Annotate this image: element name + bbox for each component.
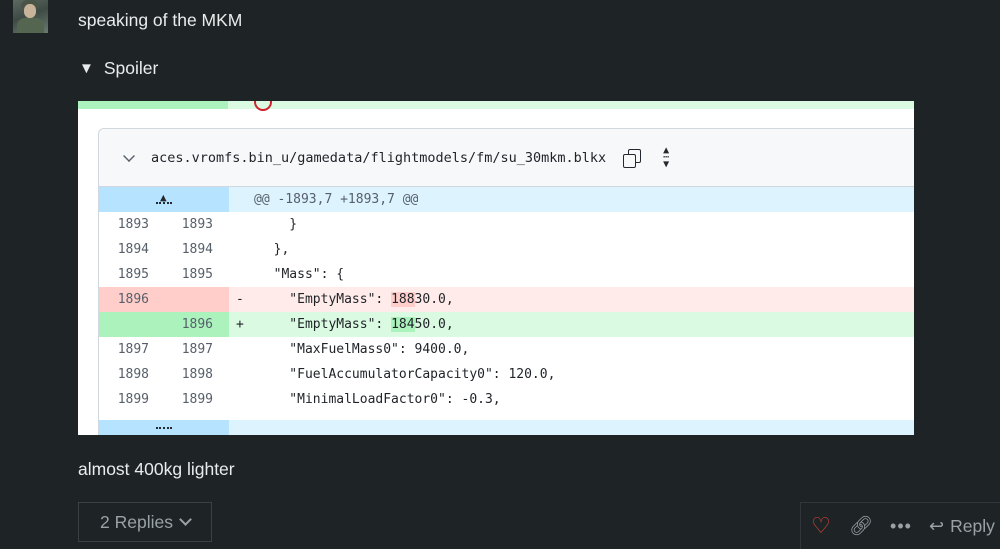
diff-line: 1899 1899 "MinimalLoadFactor0": -0.3, bbox=[99, 387, 914, 412]
diff-screenshot[interactable]: aces.vromfs.bin_u/gamedata/flightmodels/… bbox=[78, 101, 914, 435]
expand-down-button[interactable] bbox=[99, 420, 229, 435]
expand-down-icon bbox=[156, 427, 172, 431]
post-text-comment: almost 400kg lighter bbox=[78, 459, 235, 479]
expand-up-button[interactable]: ▲ bbox=[99, 187, 229, 212]
code-text: } bbox=[258, 217, 298, 232]
code-text: }, bbox=[258, 242, 290, 257]
old-line-number[interactable]: 1899 bbox=[99, 392, 149, 407]
changed-chars: 188 bbox=[391, 292, 415, 307]
code-text: "Mass": { bbox=[258, 267, 345, 282]
previous-diff-strip bbox=[78, 101, 914, 111]
hunk-header: @@ -1893,7 +1893,7 @@ bbox=[254, 192, 419, 207]
changed-chars: 184 bbox=[391, 317, 415, 332]
post-actions: ♡ 🔗︎ ••• ↩ Reply bbox=[800, 502, 1000, 549]
file-path: aces.vromfs.bin_u/gamedata/flightmodels/… bbox=[151, 149, 607, 166]
diff-line: 1897 1897 "MaxFuelMass0": 9400.0, bbox=[99, 337, 914, 362]
diff-marker: - bbox=[236, 292, 244, 307]
diff-line: 1893 1893 } bbox=[99, 212, 914, 237]
code-text: "EmptyMass": 18830.0, bbox=[258, 292, 454, 307]
error-circle-icon bbox=[254, 101, 272, 111]
old-line-number[interactable]: 1897 bbox=[99, 342, 149, 357]
diff-file: aces.vromfs.bin_u/gamedata/flightmodels/… bbox=[98, 128, 914, 435]
link-icon[interactable]: 🔗︎ bbox=[841, 506, 881, 546]
avatar-body bbox=[17, 18, 44, 33]
reply-label: Reply bbox=[950, 515, 995, 536]
diff-marker: + bbox=[236, 317, 244, 332]
hunk-footer-row bbox=[99, 420, 914, 435]
diff-file-header: aces.vromfs.bin_u/gamedata/flightmodels/… bbox=[99, 129, 914, 187]
new-line-number[interactable]: 1899 bbox=[149, 392, 213, 407]
new-line-number[interactable]: 1895 bbox=[149, 267, 213, 282]
code-text: "EmptyMass": 18450.0, bbox=[258, 317, 454, 332]
diff-line: 1895 1895 "Mass": { bbox=[99, 262, 914, 287]
replies-button[interactable]: 2 Replies bbox=[78, 502, 212, 542]
reply-arrow-icon: ↩ bbox=[929, 515, 945, 536]
new-line-number[interactable]: 1897 bbox=[149, 342, 213, 357]
spoiler-label: Spoiler bbox=[103, 58, 159, 78]
more-icon[interactable]: ••• bbox=[881, 506, 921, 546]
diff-line: 1894 1894 }, bbox=[99, 237, 914, 262]
old-line-number[interactable]: 1894 bbox=[99, 242, 149, 257]
triangle-down-icon: ▼ bbox=[79, 60, 94, 77]
new-line-number[interactable]: 1898 bbox=[149, 367, 213, 382]
hunk-header-row: ▲ @@ -1893,7 +1893,7 @@ bbox=[99, 187, 914, 212]
chevron-down-icon[interactable] bbox=[123, 149, 135, 162]
diff-line: 1898 1898 "FuelAccumulatorCapacity0": 12… bbox=[99, 362, 914, 387]
code-text: "MinimalLoadFactor0": -0.3, bbox=[258, 392, 501, 407]
old-line-number[interactable]: 1898 bbox=[99, 367, 149, 382]
new-line-number[interactable]: 1896 bbox=[149, 317, 213, 332]
post-text-intro: speaking of the MKM bbox=[78, 10, 243, 30]
expand-up-icon: ▲ bbox=[156, 192, 172, 207]
diff-line-deleted: 1896 - "EmptyMass": 18830.0, bbox=[99, 287, 914, 312]
like-heart-icon[interactable]: ♡ bbox=[801, 506, 841, 546]
old-line-number[interactable]: 1896 bbox=[99, 292, 149, 307]
new-line-number[interactable]: 1893 bbox=[149, 217, 213, 232]
chevron-down-icon bbox=[179, 512, 192, 526]
code-text: "MaxFuelMass0": 9400.0, bbox=[258, 342, 470, 357]
avatar-face bbox=[24, 4, 36, 18]
old-line-number[interactable]: 1895 bbox=[99, 267, 149, 282]
new-line-number[interactable]: 1894 bbox=[149, 242, 213, 257]
old-line-number[interactable]: 1893 bbox=[99, 217, 149, 232]
avatar[interactable] bbox=[13, 0, 48, 33]
reply-button[interactable]: ↩ Reply bbox=[929, 516, 995, 537]
code-text: "FuelAccumulatorCapacity0": 120.0, bbox=[258, 367, 556, 382]
replies-label: 2 Replies bbox=[100, 511, 173, 532]
diff-line-added: 1896 + "EmptyMass": 18450.0, bbox=[99, 312, 914, 337]
copy-icon[interactable] bbox=[622, 148, 642, 168]
expand-all-icon[interactable]: ▲ ⋯ ▼ bbox=[656, 145, 676, 169]
spoiler-toggle[interactable]: ▼ Spoiler bbox=[79, 58, 158, 79]
